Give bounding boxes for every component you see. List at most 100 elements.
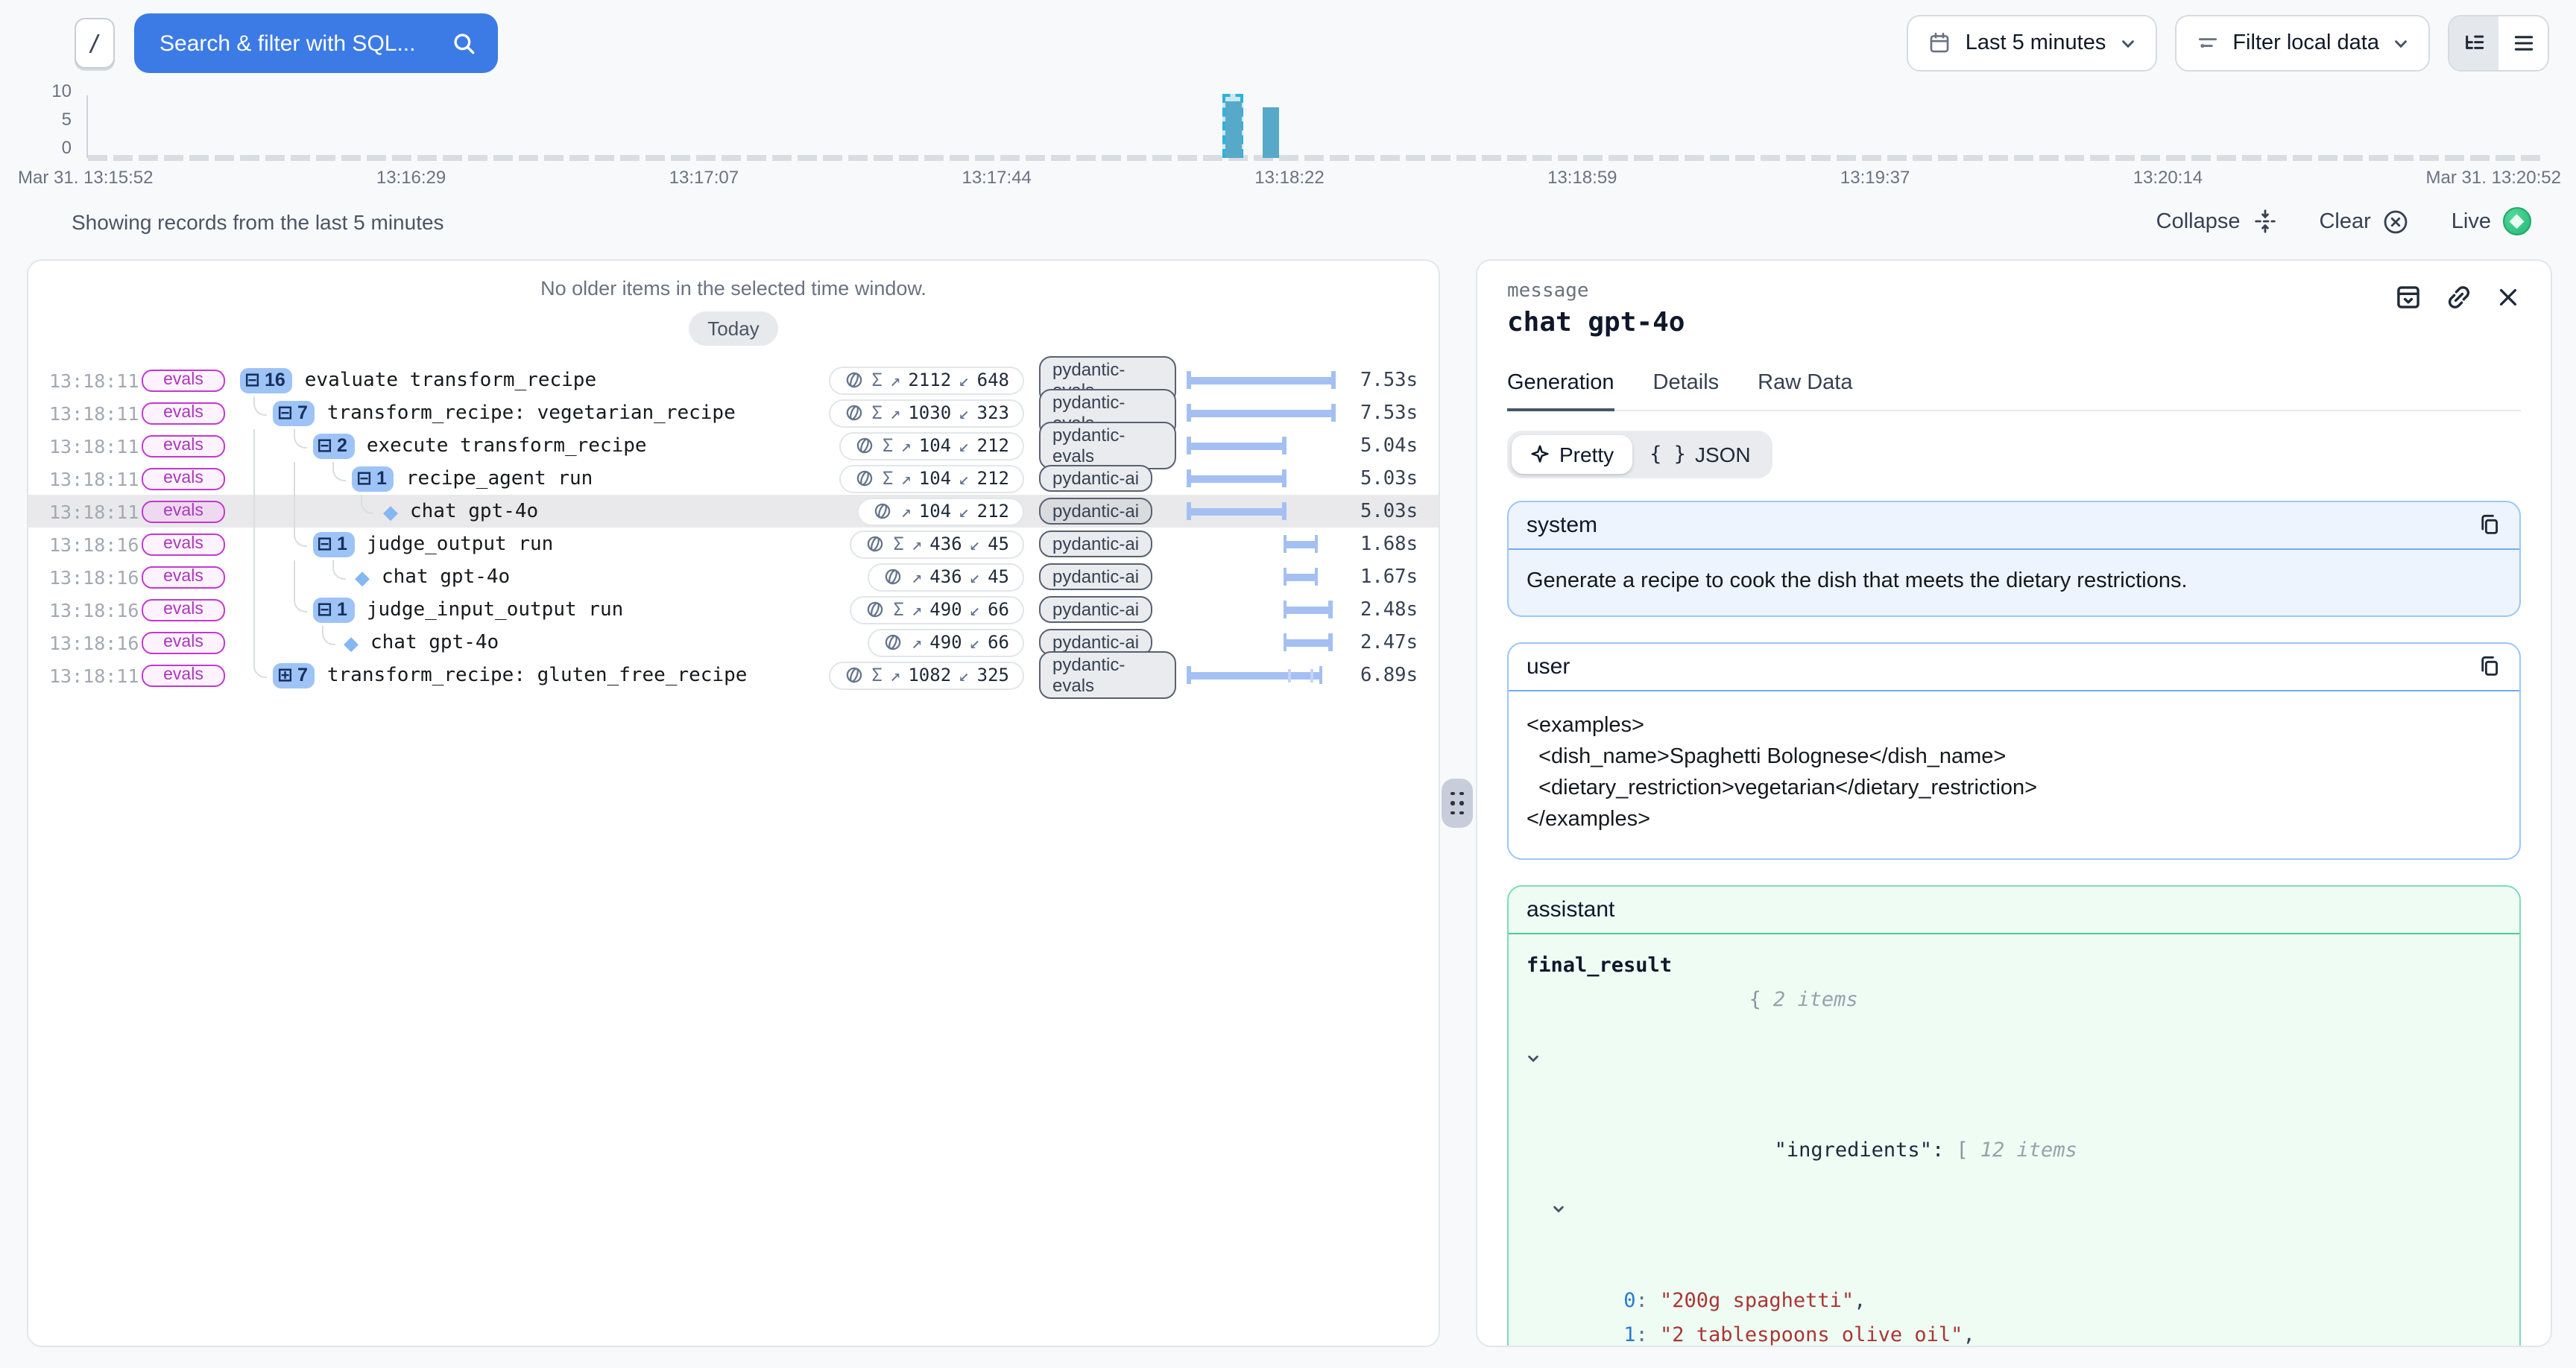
detail-tabs: Generation Details Raw Data [1507,371,2521,411]
evals-badge[interactable]: evals [142,467,225,490]
json-root-row[interactable]: {2 items [1527,983,2501,1133]
scope-tag[interactable]: pydantic-evals [1039,651,1176,699]
copy-link-button[interactable] [2445,283,2473,311]
token-usage-pill[interactable]: Σ↗1030↙323 [828,399,1024,427]
tree-cell: ◆chat gpt-4o↗490↙66 [240,626,1024,659]
tree-elbow-connector [253,659,267,678]
live-toggle[interactable]: Live [2452,207,2531,235]
duration-text: 2.48s [1346,598,1439,621]
scope-tag[interactable]: pydantic-evals [1039,422,1176,469]
evals-badge[interactable]: evals [142,434,225,457]
item-index: 1 [1611,1318,1636,1347]
status-actions: Collapse Clear Live [2156,207,2531,235]
token-coin-icon [854,435,875,456]
trace-row[interactable]: 13:18:11evals⊟2execute transform_recipeΣ… [28,429,1439,462]
tree-view-toggle[interactable] [2449,16,2498,70]
view-json-button[interactable]: { }JSON [1632,434,1768,473]
item-count-hint: 12 items [1980,1133,2077,1168]
evals-badge[interactable]: evals [142,566,225,588]
scope-tag[interactable]: pydantic-ai [1039,596,1152,623]
histogram-bar[interactable] [1226,101,1243,158]
tab-details[interactable]: Details [1653,371,1720,409]
tree-guide-line [253,626,268,659]
duration-text: 1.68s [1346,533,1439,555]
token-usage-pill[interactable]: ↗490↙66 [868,628,1024,656]
duration-bar-cap [1187,502,1190,520]
trace-row[interactable]: 13:18:16evals⊟1judge_input_output runΣ↗4… [28,593,1439,626]
panel-resize-handle[interactable] [1442,779,1473,828]
scope-tag[interactable]: pydantic-ai [1039,498,1152,525]
evals-badge[interactable]: evals [142,664,225,686]
evals-badge[interactable]: evals [142,402,225,424]
sigma-total-icon: Σ [893,533,903,554]
scope-tag[interactable]: pydantic-ai [1039,563,1152,590]
evals-badge[interactable]: evals [142,598,225,621]
token-usage-pill[interactable]: Σ↗1082↙325 [828,661,1024,689]
collapse-count-pill[interactable]: ⊟7 [273,400,315,425]
copy-button[interactable] [2478,654,2501,678]
trace-row[interactable]: 13:18:11evals◆chat gpt-4o↗104↙212pydanti… [28,495,1439,528]
token-usage-pill[interactable]: ↗104↙212 [857,497,1024,525]
output-tokens-value: 212 [977,501,1009,522]
token-usage-pill[interactable]: Σ↗436↙45 [850,530,1024,558]
list-view-toggle[interactable] [2498,16,2548,70]
collapse-count-pill[interactable]: ⊟1 [312,597,355,622]
collapse-button[interactable]: Collapse [2156,209,2278,234]
collapse-count-pill[interactable]: ⊟2 [312,433,355,458]
row-timestamp: 13:18:11 [28,402,142,424]
time-range-button[interactable]: Last 5 minutes [1907,15,2157,72]
trace-row[interactable]: 13:18:11evals⊟16evaluate transform_recip… [28,364,1439,396]
collapse-count-pill[interactable]: ⊟1 [312,531,355,557]
duration-bar-cap [1314,568,1318,586]
token-usage-pill[interactable]: Σ↗104↙212 [839,464,1024,493]
tree-elbow-connector [332,560,346,580]
tab-raw-data[interactable]: Raw Data [1758,371,1852,409]
trace-row[interactable]: 13:18:11evals⊟7transform_recipe: vegetar… [28,396,1439,429]
row-timestamp: 13:18:16 [28,631,142,653]
evals-badge[interactable]: evals [142,500,225,522]
x-tick-label: 13:17:07 [669,167,739,188]
x-axis: Mar 31. 13:15:5213:16:2913:17:0713:17:44… [18,167,2561,188]
collapse-count-pill[interactable]: ⊟16 [240,367,293,393]
collapse-minus-icon: ⊟ [356,469,372,488]
json-array-item[interactable]: 1: "2 tablespoons olive oil", [1527,1318,2501,1347]
json-array-item[interactable]: 0: "200g spaghetti", [1527,1284,2501,1318]
trace-row[interactable]: 13:18:11evals⊞7transform_recipe: gluten_… [28,659,1439,691]
close-icon [2496,285,2521,310]
evals-badge[interactable]: evals [142,533,225,555]
scope-tag[interactable]: pydantic-ai [1039,465,1152,492]
token-usage-pill[interactable]: Σ↗2112↙648 [828,366,1024,394]
collapse-count-pill[interactable]: ⊟1 [352,466,394,491]
filter-local-data-button[interactable]: Filter local data [2174,15,2430,72]
slash-shortcut-key[interactable]: / [75,18,115,69]
evals-badge[interactable]: evals [142,369,225,391]
view-pretty-button[interactable]: Pretty [1512,434,1632,473]
trace-row[interactable]: 13:18:16evals◆chat gpt-4o↗490↙66pydantic… [28,626,1439,659]
output-tokens-arrow-icon: ↙ [959,402,969,423]
trace-row[interactable]: 13:18:16evals◆chat gpt-4o↗436↙45pydantic… [28,560,1439,593]
today-pill[interactable]: Today [688,311,778,346]
archive-span-button[interactable] [2394,283,2422,311]
token-usage-pill[interactable]: Σ↗104↙212 [839,431,1024,460]
tab-generation[interactable]: Generation [1507,371,1614,411]
clear-button[interactable]: Clear [2319,208,2409,235]
token-usage-pill[interactable]: Σ↗490↙66 [850,595,1024,624]
collapse-count-pill[interactable]: ⊞7 [273,662,315,688]
close-panel-button[interactable] [2496,285,2521,310]
live-indicator-icon [2503,207,2531,235]
trace-row[interactable]: 13:18:16evals⊟1judge_output runΣ↗436↙45p… [28,528,1439,560]
scope-tag[interactable]: pydantic-ai [1039,531,1152,557]
evals-badge[interactable]: evals [142,631,225,653]
search-button[interactable]: Search & filter with SQL... [134,13,498,73]
clear-label: Clear [2319,209,2370,233]
json-key-row[interactable]: "ingredients": [12 items [1527,1133,2501,1284]
collapse-minus-icon: ⊟ [317,601,332,619]
token-usage-pill[interactable]: ↗436↙45 [868,563,1024,591]
descendant-count: 1 [337,599,347,620]
trace-row[interactable]: 13:18:11evals⊟1recipe_agent runΣ↗104↙212… [28,462,1439,495]
copy-button[interactable] [2478,513,2501,536]
list-view-icon [2511,31,2535,55]
histogram-plot[interactable] [86,95,2546,158]
duration-bar-cap [1187,469,1190,487]
histogram-bar[interactable] [1263,107,1279,158]
